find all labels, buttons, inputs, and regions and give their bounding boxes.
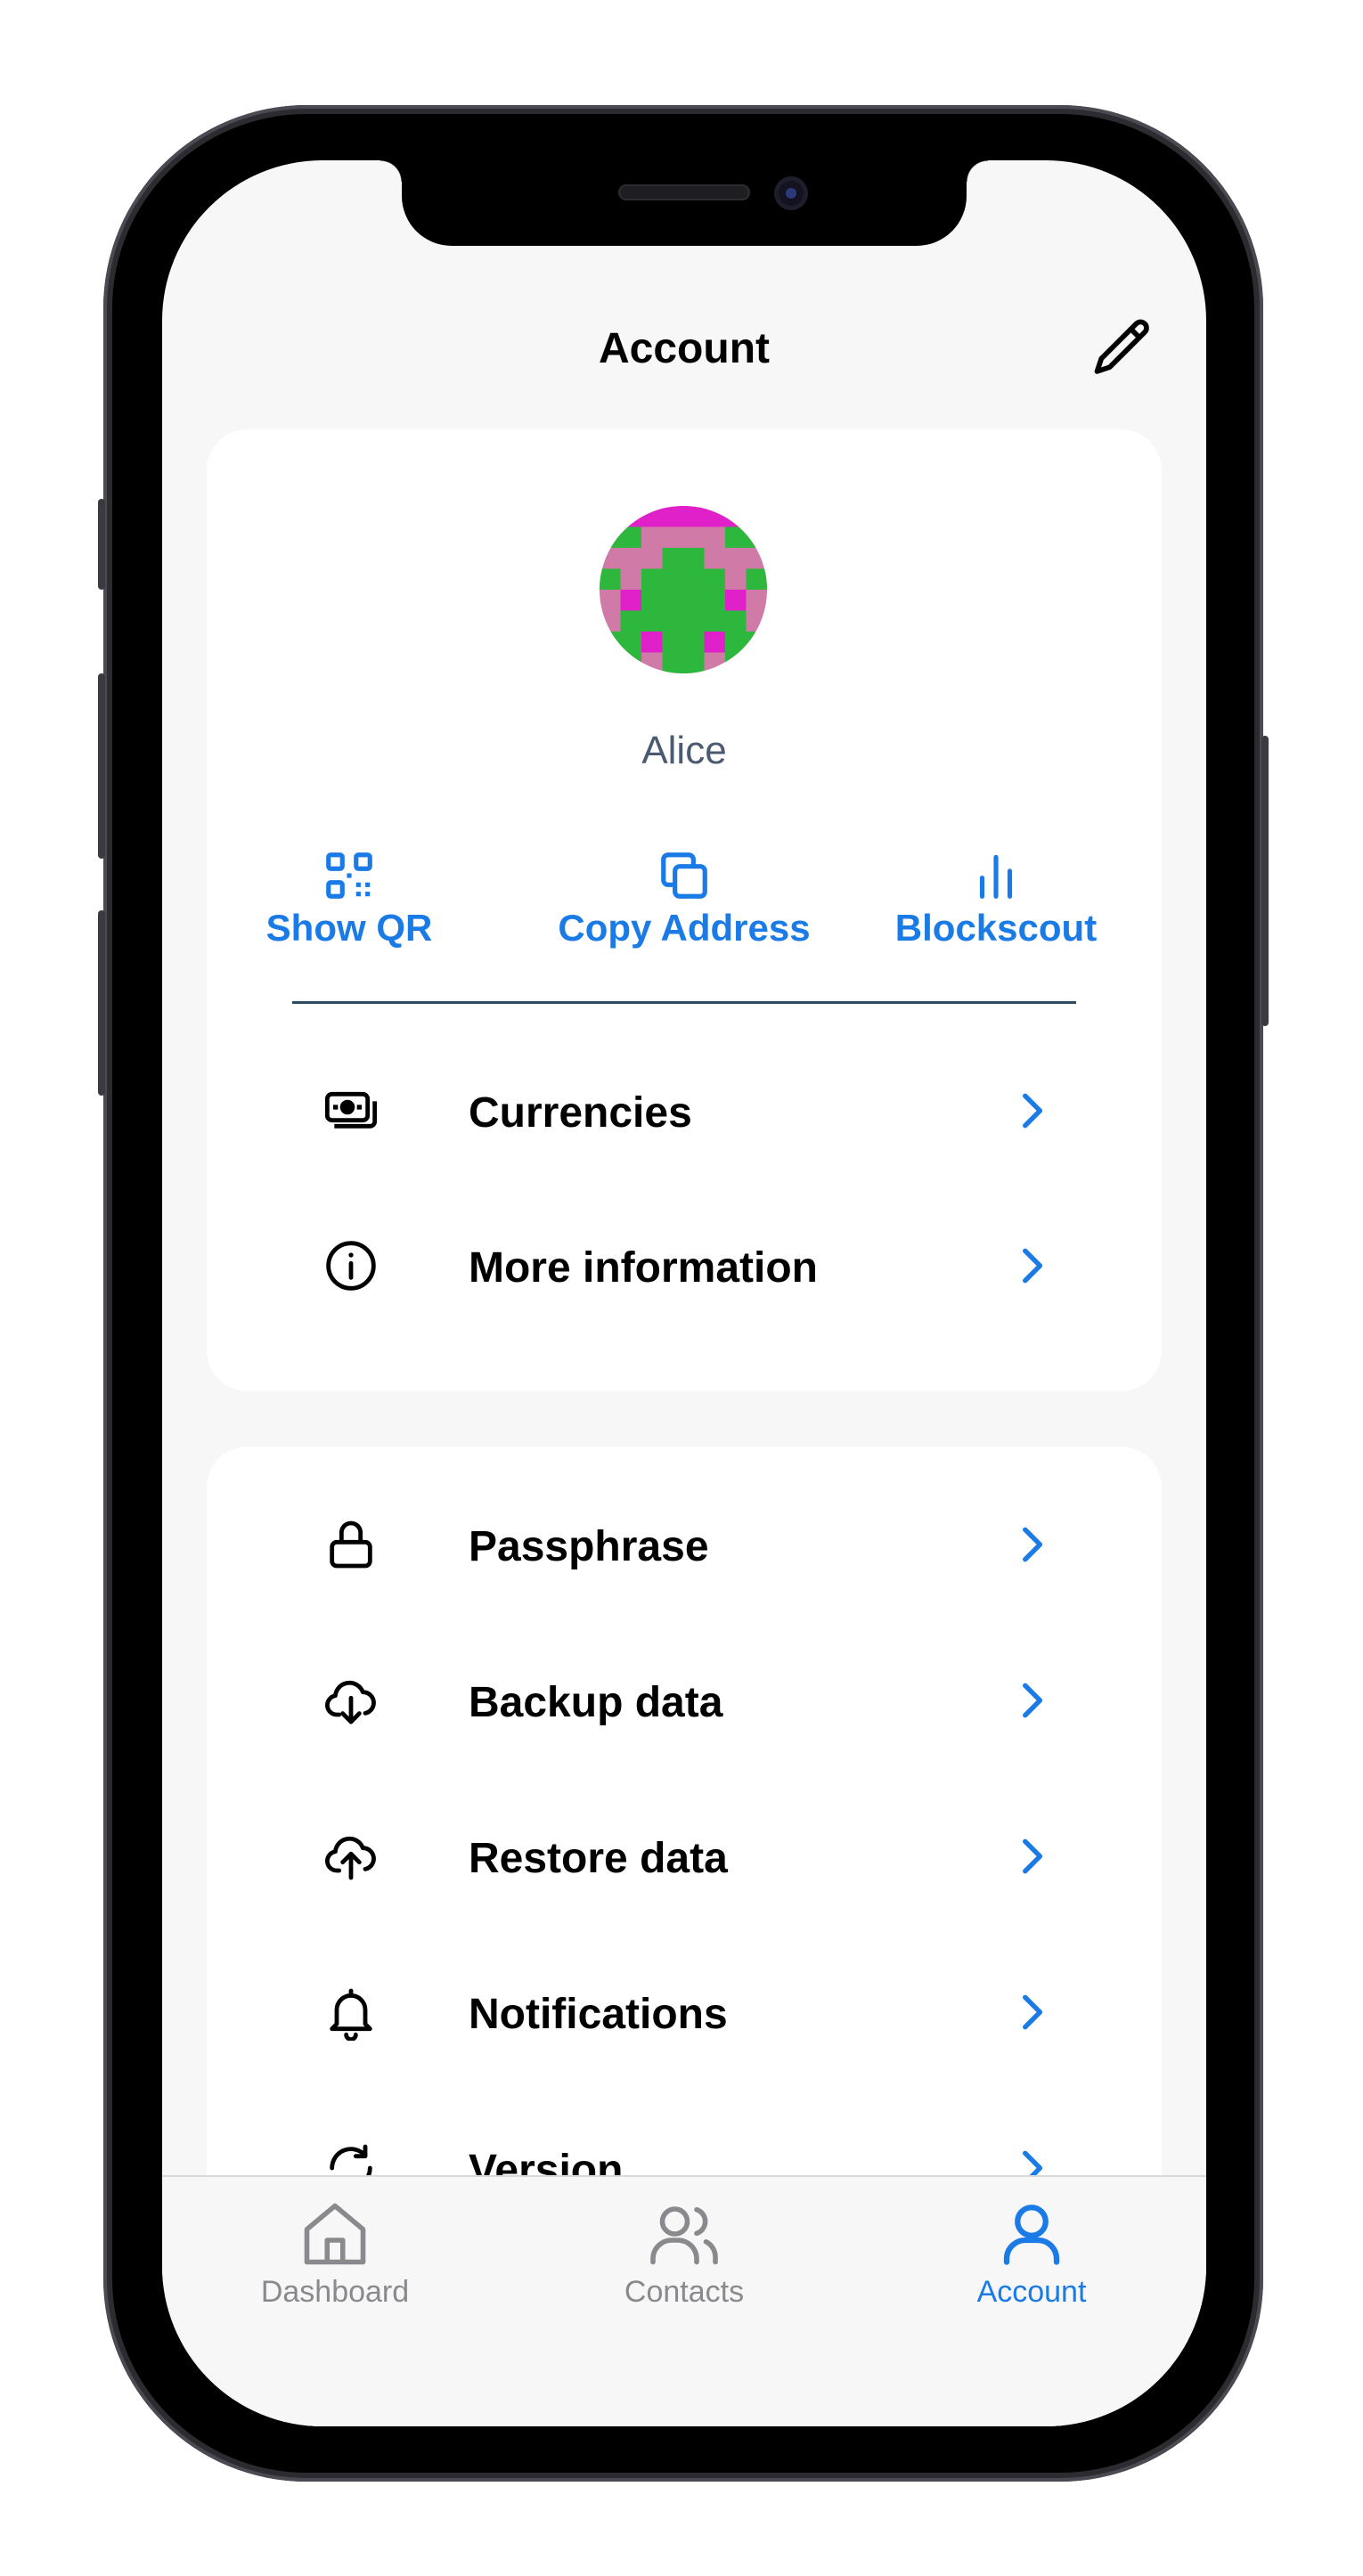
lock-icon xyxy=(330,1520,372,1569)
chevron-right-icon xyxy=(1023,1994,1043,2030)
tab-account-label: Account xyxy=(976,2275,1087,2309)
currencies-row[interactable]: Currencies xyxy=(207,1053,1162,1169)
more-information-label: More information xyxy=(469,1244,818,1292)
backup-data-label: Backup data xyxy=(469,1679,723,1726)
banknotes-icon xyxy=(324,1091,378,1129)
cloud-upload-icon xyxy=(325,1836,376,1880)
pencil-icon xyxy=(1094,319,1149,374)
notch xyxy=(380,160,988,246)
profile-card: Alice Show QR Copy Address Blockscout Cu… xyxy=(207,429,1162,1391)
tab-contacts-label: Contacts xyxy=(624,2275,745,2309)
chevron-right-icon xyxy=(1023,1093,1043,1129)
home-icon xyxy=(304,2203,366,2265)
bell-icon xyxy=(330,1988,372,2041)
volume-down-button xyxy=(98,910,105,1096)
tab-contacts[interactable]: Contacts xyxy=(551,2197,818,2310)
page-title: Account xyxy=(599,325,770,372)
passphrase-row[interactable]: Passphrase xyxy=(207,1487,1162,1602)
divider xyxy=(292,1001,1076,1004)
chevron-right-icon xyxy=(1023,1838,1043,1874)
tab-dashboard-label: Dashboard xyxy=(260,2275,410,2309)
copy-address-label: Copy Address xyxy=(558,907,811,949)
cloud-download-icon xyxy=(325,1680,376,1724)
bar-chart-icon xyxy=(979,854,1013,899)
chevron-right-icon xyxy=(1023,1683,1043,1718)
tab-account[interactable]: Account xyxy=(898,2197,1165,2310)
copy-icon xyxy=(661,852,707,899)
notifications-row[interactable]: Notifications xyxy=(207,1954,1162,2070)
info-icon xyxy=(326,1241,376,1291)
screen: Account Alice Show QR Copy Address Block… xyxy=(162,160,1206,2426)
tab-bar: Dashboard Contacts Account xyxy=(162,2175,1206,2426)
user-icon xyxy=(1003,2205,1060,2265)
restore-data-label: Restore data xyxy=(469,1835,728,1882)
copy-address-button[interactable]: Copy Address xyxy=(542,848,827,950)
tab-dashboard[interactable]: Dashboard xyxy=(201,2197,469,2310)
more-information-row[interactable]: More information xyxy=(207,1208,1162,1324)
speaker xyxy=(618,184,750,200)
edit-button[interactable] xyxy=(1089,314,1156,381)
chevron-right-icon xyxy=(1023,1248,1043,1284)
account-name: Alice xyxy=(641,729,727,772)
backup-data-row[interactable]: Backup data xyxy=(207,1643,1162,1758)
qr-code-icon xyxy=(326,852,372,899)
show-qr-label: Show QR xyxy=(265,907,433,949)
blockscout-button[interactable]: Blockscout xyxy=(853,848,1139,950)
front-camera xyxy=(774,176,808,210)
restore-data-row[interactable]: Restore data xyxy=(207,1798,1162,1914)
notifications-label: Notifications xyxy=(469,1991,728,2038)
users-icon xyxy=(650,2206,718,2265)
blockscout-label: Blockscout xyxy=(894,907,1098,949)
chevron-right-icon xyxy=(1023,1527,1043,1562)
passphrase-label: Passphrase xyxy=(469,1523,709,1570)
avatar[interactable] xyxy=(600,506,767,673)
volume-up-button xyxy=(98,673,105,859)
show-qr-button[interactable]: Show QR xyxy=(207,848,492,950)
power-button xyxy=(1261,736,1269,1026)
currencies-label: Currencies xyxy=(469,1089,692,1137)
mute-switch xyxy=(98,499,105,590)
